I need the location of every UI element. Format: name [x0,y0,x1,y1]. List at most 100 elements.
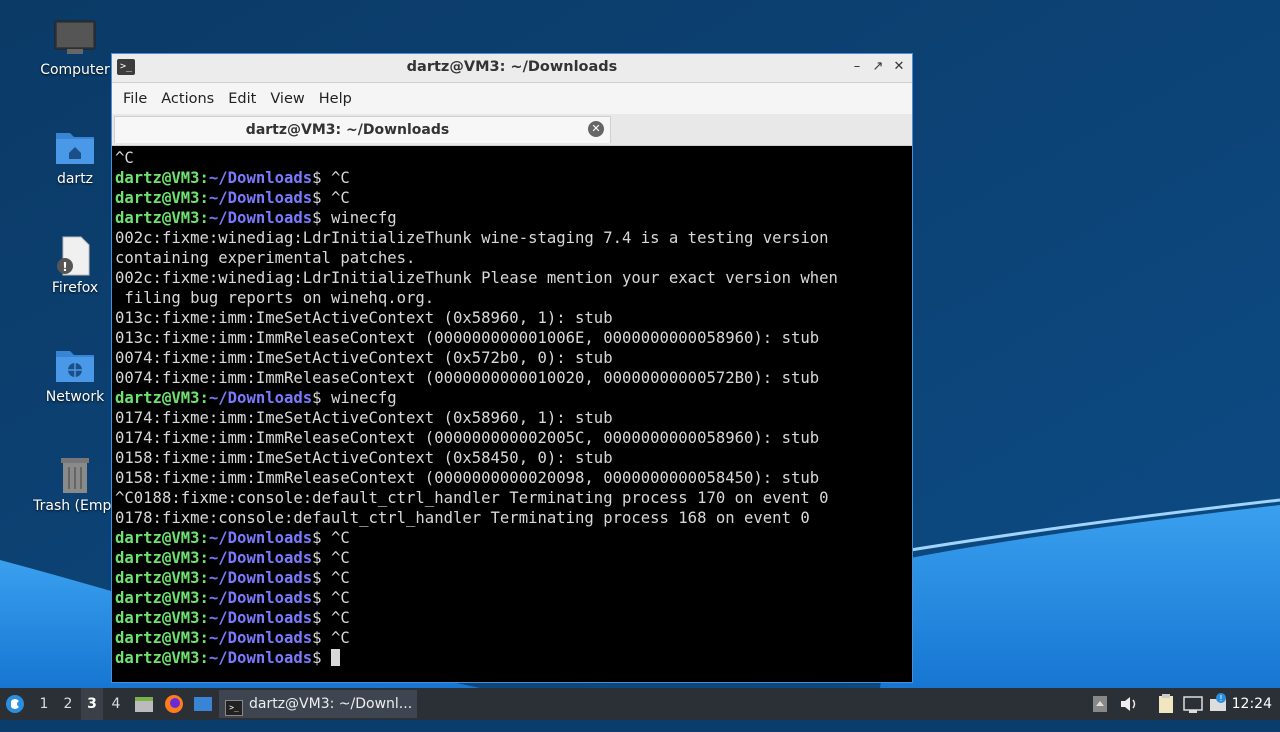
terminal-prompt-line: dartz@VM3:~/Downloads$ ^C [115,588,911,608]
desktop-icon-label: Firefox [51,280,99,296]
command-text: ^C [321,529,350,547]
prompt-path: ~/Downloads [208,389,313,407]
desktop-icon-home[interactable]: dartz [25,127,125,187]
terminal-output-line: 0174:fixme:imm:ImeSetActiveContext (0x58… [115,409,613,427]
network-tray[interactable] [1182,688,1204,720]
tab-close-icon[interactable]: ✕ [588,121,604,137]
svg-text:!: ! [62,260,67,274]
menu-view[interactable]: View [263,91,311,107]
prompt-user: dartz@VM3 [115,189,200,207]
terminal-output-line: 002c:fixme:winediag:LdrInitializeThunk w… [115,229,829,247]
terminal-prompt-line: dartz@VM3:~/Downloads$ ^C [115,168,911,188]
terminal-cursor [330,649,340,666]
desktop-icon-trash[interactable]: Trash (Empt [25,454,125,514]
close-button[interactable]: ✕ [890,58,908,76]
monitor-icon [54,20,96,54]
terminal-output-line: 002c:fixme:winediag:LdrInitializeThunk P… [115,269,838,287]
command-text [322,649,331,667]
menu-edit[interactable]: Edit [221,91,263,107]
clipboard-tray[interactable] [1155,688,1177,720]
taskbar-window-button[interactable]: >_ dartz@VM3: ~/Downl... [219,690,417,718]
desktop-launcher[interactable] [193,688,215,720]
workspace-4[interactable]: 4 [106,688,126,720]
app-menu-icon [6,695,24,713]
prompt-path: ~/Downloads [208,589,313,607]
prompt-symbol: $ [312,389,322,407]
clock[interactable]: 12:24 [1232,688,1272,720]
terminal-prompt-line: dartz@VM3:~/Downloads$ ^C [115,608,911,628]
terminal-output-line: containing experimental patches. [115,249,416,267]
terminal-output-line: 0158:fixme:imm:ImeSetActiveContext (0x58… [115,449,613,467]
prompt-symbol: $ [312,649,322,667]
terminal-output-line: 0158:fixme:imm:ImmReleaseContext (000000… [115,469,820,487]
terminal-output-line: 0178:fixme:console:default_ctrl_handler … [115,509,810,527]
prompt-user: dartz@VM3 [115,569,200,587]
volume-icon [1121,697,1136,711]
maximize-button[interactable]: ↗ [869,58,887,76]
prompt-symbol: $ [312,549,322,567]
terminal-output[interactable]: ^C dartz@VM3:~/Downloads$ ^C dartz@VM3:~/D… [113,146,911,681]
prompt-user: dartz@VM3 [115,609,200,627]
tray-arrow[interactable] [1090,688,1110,720]
minimize-button[interactable]: – [848,58,866,76]
firefox-launcher[interactable] [164,688,186,720]
prompt-symbol: $ [312,169,322,187]
terminal-prompt-line: dartz@VM3:~/Downloads$ ^C [115,528,911,548]
menu-file[interactable]: File [116,91,154,107]
eject-icon [1093,696,1107,712]
terminal-window[interactable]: >_ dartz@VM3: ~/Downloads – ↗ ✕ File Act… [111,53,913,683]
workspace-3[interactable]: 3 [81,688,103,720]
prompt-user: dartz@VM3 [115,389,200,407]
window-titlebar[interactable]: >_ dartz@VM3: ~/Downloads – ↗ ✕ [112,54,912,83]
desktop-icon-firefox[interactable]: ! Firefox [25,236,125,296]
command-text: ^C [321,629,350,647]
tab-label: dartz@VM3: ~/Downloads [245,122,450,138]
prompt-symbol: $ [312,209,322,227]
desktop-icon-label: Computer [40,62,110,78]
prompt-separator: : [199,209,209,227]
tab-bar: dartz@VM3: ~/Downloads ✕ [112,114,912,146]
prompt-user: dartz@VM3 [115,629,200,647]
network-icon [1183,696,1203,713]
terminal-prompt-line: dartz@VM3:~/Downloads$ winecfg [115,388,911,408]
prompt-path: ~/Downloads [208,549,313,567]
network-folder-icon [56,351,94,382]
show-desktop-icon [194,697,212,711]
command-text: winecfg [321,209,397,227]
menu-help[interactable]: Help [312,91,359,107]
command-text: ^C [321,589,350,607]
prompt-path: ~/Downloads [208,529,313,547]
prompt-path: ~/Downloads [208,169,313,187]
prompt-separator: : [199,189,209,207]
trash-icon [61,458,89,493]
desktop-icon-label: Trash (Empt [33,498,117,514]
volume-control[interactable] [1118,688,1140,720]
prompt-path: ~/Downloads [208,649,313,667]
terminal-tab[interactable]: dartz@VM3: ~/Downloads ✕ [114,116,611,143]
notification-icon: ! [1210,693,1226,711]
desktop-icon-computer[interactable]: Computer [25,18,125,78]
prompt-separator: : [199,629,209,647]
terminal-prompt-line: dartz@VM3:~/Downloads$ ^C [115,628,911,648]
terminal-output-line: ^C [115,149,134,167]
command-text: winecfg [321,389,397,407]
start-menu-button[interactable] [4,688,28,720]
taskbar-window-label: dartz@VM3: ~/Downl... [249,696,413,712]
file-manager-launcher[interactable] [134,688,156,720]
workspace-1[interactable]: 1 [34,688,54,720]
firefox-icon [165,695,183,713]
menu-actions[interactable]: Actions [154,91,221,107]
update-tray[interactable]: ! [1208,688,1230,720]
prompt-separator: : [199,389,209,407]
taskbar: 1 2 3 4 >_ dartz@VM3: ~/Downl... ! 12:24 [0,688,1280,720]
terminal-output-line: ^C0188:fixme:console:default_ctrl_handle… [115,489,829,507]
command-text: ^C [321,609,350,627]
prompt-path: ~/Downloads [208,189,313,207]
file-manager-icon [135,697,153,712]
workspace-2[interactable]: 2 [58,688,78,720]
prompt-user: dartz@VM3 [115,529,200,547]
command-text: ^C [321,189,350,207]
terminal-output-line: 0074:fixme:imm:ImeSetActiveContext (0x57… [115,349,613,367]
window-title: dartz@VM3: ~/Downloads [406,59,618,75]
desktop-icon-network[interactable]: Network [25,345,125,405]
